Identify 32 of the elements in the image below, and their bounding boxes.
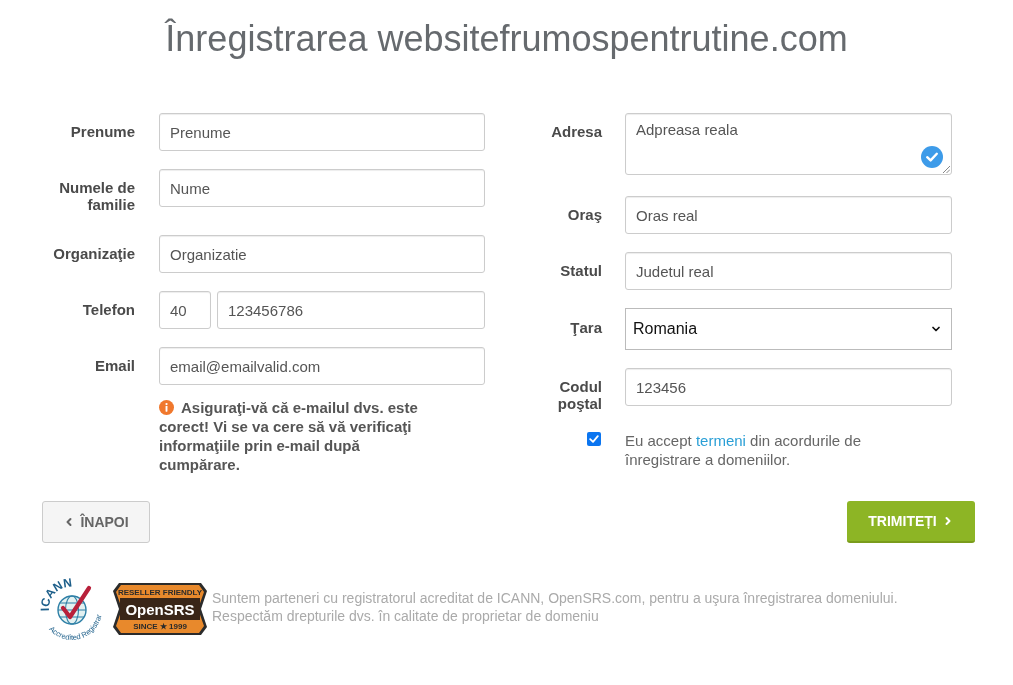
country-select[interactable]: Romania — [625, 308, 952, 350]
text-input-field[interactable]: Judetul real — [625, 252, 952, 290]
text-input-field[interactable]: 123456 — [625, 368, 952, 406]
field-label: Prenume — [69, 123, 135, 140]
text-input-field[interactable]: email@emailvalid.com — [159, 347, 485, 385]
text-input-field[interactable]: Organizatie — [159, 235, 485, 273]
partner-note: Respectăm drepturile dvs. în calitate de proprietar de domeniu — [212, 607, 600, 625]
text-input-field[interactable]: Oras real — [625, 196, 952, 234]
terms-text: Eu accept termeni din acordurile de înregistrare a domeniilor. — [625, 431, 862, 469]
address-textarea[interactable]: Adpreasa reala — [625, 113, 952, 175]
field-label: Telefon — [81, 301, 135, 318]
partner-note: Suntem parteneri cu registratorul acreditat de ICANN, OpenSRS.com, pentru a uşura înregistrarea domeniului. — [212, 589, 898, 607]
resize-grip-icon[interactable] — [942, 165, 950, 173]
field-label: Email — [93, 357, 135, 374]
country-code-field[interactable]: 40 — [159, 291, 211, 329]
field-label: Ţara — [569, 319, 602, 336]
field-label: Organizaţie — [52, 245, 135, 262]
field-label: Oraş — [566, 206, 602, 223]
field-label: Adresa — [550, 123, 602, 140]
field-label: Codul poştal — [556, 378, 602, 412]
email-notice: Asiguraţi-vă că e-mailul dvs. este corect! Vi se va cere să vă verificaţi informaţiile prin e-mail după cumpărare. — [159, 398, 419, 474]
info-icon — [159, 400, 174, 415]
terms-checkbox[interactable] — [587, 432, 601, 446]
checkmark-icon — [589, 434, 599, 444]
reseller-badge-logo: RESELLER FRIENDLY OpenSRS SINCE ★ 1999 — [112, 582, 208, 636]
phone-number-field[interactable]: 123456786 — [217, 291, 485, 329]
page-title: Înregistrarea websitefrumospentrutine.com — [165, 17, 848, 61]
back-button[interactable]: ÎNAPOI — [42, 501, 150, 543]
field-label: Numele de familie — [58, 179, 135, 213]
text-input-field[interactable]: Nume — [159, 169, 485, 207]
field-label: Statul — [559, 262, 602, 279]
text-input-field[interactable]: Prenume — [159, 113, 485, 151]
